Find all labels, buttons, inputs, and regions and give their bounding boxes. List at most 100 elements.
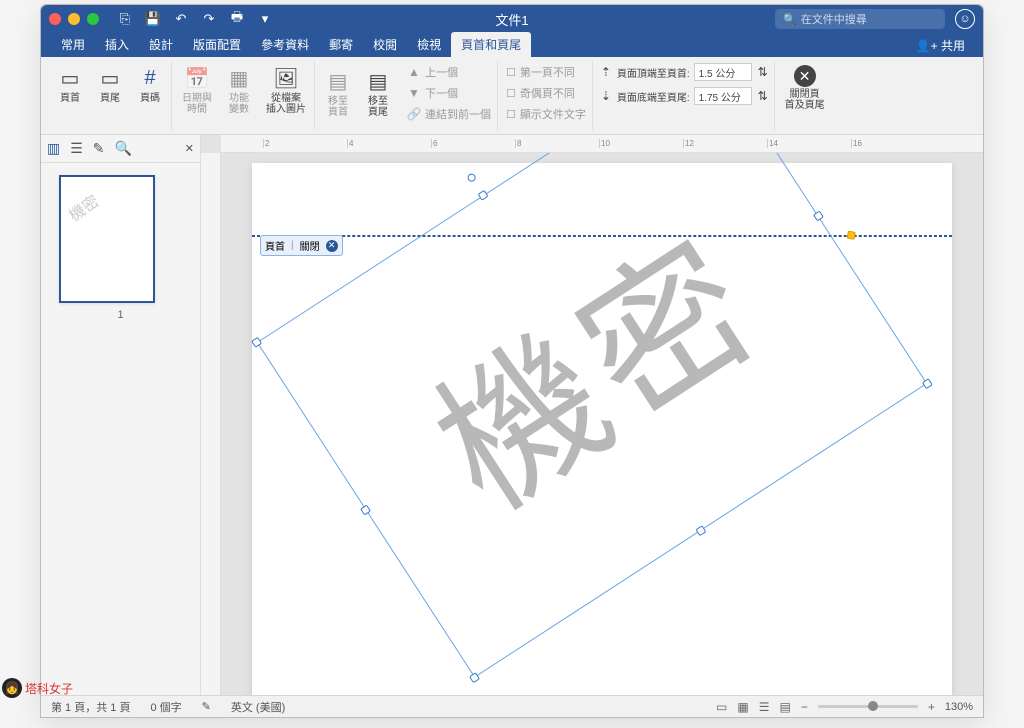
- ribbon-group-close: ✕ 關閉頁 首及頁尾: [777, 61, 833, 130]
- navigation-pane: ▥ ☰ ✎ 🔍 ✕ 機密 1: [41, 135, 201, 695]
- save-icon[interactable]: 💾: [145, 11, 161, 27]
- undo-icon[interactable]: ↶: [173, 11, 189, 27]
- footer-button[interactable]: ▭ 頁尾: [93, 63, 127, 106]
- zoom-in-button[interactable]: +: [928, 700, 935, 714]
- tab-home[interactable]: 常用: [51, 32, 95, 57]
- different-odd-even-checkbox[interactable]: ☐ 奇偶頁不同: [504, 84, 588, 102]
- tab-layout[interactable]: 版面配置: [183, 32, 251, 57]
- close-window-button[interactable]: [49, 13, 61, 25]
- page-scroll-area[interactable]: 頁首 | 關閉 ✕ 機密: [221, 153, 983, 695]
- goto-header-button[interactable]: ▤ 移至 頁首: [321, 63, 355, 123]
- thumbnail-list: 機密 1: [41, 163, 200, 695]
- tab-references[interactable]: 參考資料: [251, 32, 319, 57]
- field-icon: ▦: [226, 65, 252, 91]
- wordart-selection[interactable]: 機密: [257, 153, 928, 678]
- feedback-icon[interactable]: ☺: [955, 9, 975, 29]
- web-layout-icon[interactable]: ☰: [759, 700, 770, 714]
- close-header-footer-button[interactable]: ✕ 關閉頁 首及頁尾: [781, 63, 829, 113]
- header-from-top-input[interactable]: 1.5 公分: [694, 63, 752, 81]
- outline-tab-icon[interactable]: ☰: [70, 140, 83, 157]
- previous-button[interactable]: ▲上一個: [405, 63, 493, 81]
- link-previous-button[interactable]: 🔗連結到前一個: [405, 105, 493, 123]
- tab-design[interactable]: 設計: [139, 32, 183, 57]
- zoom-level[interactable]: 130%: [945, 701, 973, 713]
- minimize-window-button[interactable]: [68, 13, 80, 25]
- header-tag-close-icon[interactable]: ✕: [326, 240, 338, 252]
- vertical-ruler[interactable]: [201, 153, 221, 695]
- tab-header-footer[interactable]: 頁首和頁尾: [451, 32, 531, 57]
- watermark-brand: 👧 塔科女子: [2, 678, 73, 698]
- window-controls: [49, 13, 99, 25]
- adjust-handle[interactable]: [846, 230, 855, 239]
- tab-insert[interactable]: 插入: [95, 32, 139, 57]
- picture-icon: 🖼: [273, 65, 299, 91]
- find-tab-icon[interactable]: 🔍: [115, 140, 132, 157]
- page-thumbnail-1[interactable]: 機密: [59, 175, 155, 303]
- outline-view-icon[interactable]: ▤: [779, 700, 790, 714]
- header-tag: 頁首 | 關閉 ✕: [260, 235, 343, 256]
- autosave-icon[interactable]: ⎘: [117, 11, 133, 27]
- search-icon: 🔍: [783, 13, 797, 26]
- show-document-text-checkbox[interactable]: ☐ 顯示文件文字: [504, 105, 588, 123]
- titlebar: ⎘ 💾 ↶ ↷ 🖶 ▾ 文件1 🔍 在文件中搜尋 ☺: [41, 5, 983, 33]
- tab-review[interactable]: 校閱: [363, 32, 407, 57]
- header-button[interactable]: ▭ 頁首: [53, 63, 87, 106]
- resize-handle-bottom-right[interactable]: [922, 378, 933, 389]
- thumbnails-tab-icon[interactable]: ▥: [47, 140, 60, 157]
- ribbon: ▭ 頁首 ▭ 頁尾 # 頁碼 📅 日期與 時間: [41, 57, 983, 135]
- rotate-handle[interactable]: [466, 172, 477, 183]
- document-page[interactable]: 頁首 | 關閉 ✕ 機密: [252, 163, 952, 695]
- spellcheck-icon[interactable]: ✎: [202, 700, 211, 713]
- stepper-icon[interactable]: ⇅: [756, 65, 770, 79]
- status-bar: 第 1 頁，共 1 頁 0 個字 ✎ 英文 (美國) ▭ ▦ ☰ ▤ − + 1…: [41, 695, 983, 717]
- print-icon[interactable]: 🖶: [229, 11, 245, 27]
- quick-parts-button[interactable]: ▦ 功能 變數: [222, 63, 256, 117]
- next-button[interactable]: ▼下一個: [405, 84, 493, 102]
- goto-footer-button[interactable]: ▤ 移至 頁尾: [361, 63, 395, 123]
- zoom-slider[interactable]: [818, 705, 918, 708]
- search-field[interactable]: 🔍 在文件中搜尋: [775, 9, 945, 29]
- resize-handle-top-left[interactable]: [251, 337, 262, 348]
- tab-mailings[interactable]: 郵寄: [319, 32, 363, 57]
- zoom-out-button[interactable]: −: [801, 700, 808, 714]
- quick-access-toolbar: ⎘ 💾 ↶ ↷ 🖶 ▾: [117, 11, 273, 27]
- qat-dropdown-icon[interactable]: ▾: [257, 11, 273, 27]
- watermark-text[interactable]: 機密: [386, 173, 798, 553]
- print-layout-icon[interactable]: ▦: [737, 700, 748, 714]
- resize-handle-bottom-left[interactable]: [469, 672, 480, 683]
- page-number-button[interactable]: # 頁碼: [133, 63, 167, 106]
- resize-handle-right[interactable]: [813, 210, 824, 221]
- close-pane-icon[interactable]: ✕: [185, 142, 194, 155]
- different-first-page-checkbox[interactable]: ☐ 第一頁不同: [504, 63, 588, 81]
- close-icon: ✕: [794, 65, 816, 87]
- stepper-icon[interactable]: ⇅: [756, 89, 770, 103]
- horizontal-ruler[interactable]: 246810121416: [221, 135, 983, 153]
- goto-header-icon: ▤: [325, 68, 351, 94]
- share-button[interactable]: 👤+ 共用: [908, 34, 973, 57]
- redo-icon[interactable]: ↷: [201, 11, 217, 27]
- header-tag-close-label[interactable]: 關閉: [300, 238, 320, 253]
- resize-handle-left[interactable]: [360, 505, 371, 516]
- maximize-window-button[interactable]: [87, 13, 99, 25]
- header-icon: ▭: [57, 65, 83, 91]
- pictures-button[interactable]: 🖼 從檔案 插入圖片: [262, 63, 310, 117]
- down-arrow-icon: ▼: [407, 86, 421, 100]
- word-count-status[interactable]: 0 個字: [150, 699, 181, 715]
- ribbon-group-options: ☐ 第一頁不同 ☐ 奇偶頁不同 ☐ 顯示文件文字: [500, 61, 593, 130]
- footer-position-icon: ⇣: [599, 89, 613, 103]
- ribbon-group-insert: 📅 日期與 時間 ▦ 功能 變數 🖼 從檔案 插入圖片: [174, 61, 315, 130]
- brand-label: 塔科女子: [25, 680, 73, 697]
- editor-area: 246810121416 頁首 | 關閉 ✕ 機密: [201, 135, 983, 695]
- footer-icon: ▭: [97, 65, 123, 91]
- footer-from-bottom-input[interactable]: 1.75 公分: [694, 87, 752, 105]
- up-arrow-icon: ▲: [407, 65, 421, 79]
- resize-handle-top[interactable]: [478, 190, 489, 201]
- language-status[interactable]: 英文 (美國): [231, 699, 285, 715]
- focus-mode-icon[interactable]: ▭: [716, 700, 727, 714]
- resize-handle-bottom[interactable]: [695, 525, 706, 536]
- bookmark-tab-icon[interactable]: ✎: [93, 140, 105, 157]
- tab-view[interactable]: 檢視: [407, 32, 451, 57]
- page-count-status[interactable]: 第 1 頁，共 1 頁: [51, 699, 130, 715]
- content-area: ▥ ☰ ✎ 🔍 ✕ 機密 1 246810121416: [41, 135, 983, 695]
- date-time-button[interactable]: 📅 日期與 時間: [178, 63, 216, 117]
